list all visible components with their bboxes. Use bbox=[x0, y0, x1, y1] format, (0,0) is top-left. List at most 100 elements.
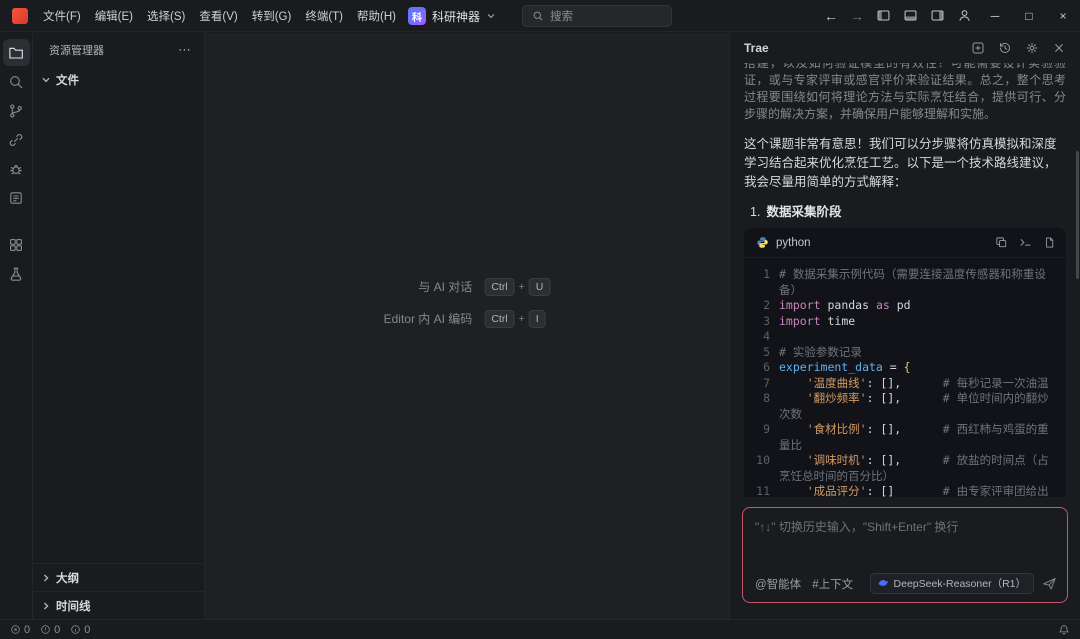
list-item: 1. 数据采集阶段 bbox=[750, 201, 1066, 220]
panel-title: Trae bbox=[744, 41, 769, 55]
notebook-tab[interactable] bbox=[3, 184, 30, 211]
new-chat-icon[interactable] bbox=[971, 41, 985, 55]
code-line: 8 '翻炒频率': [], # 单位时间内的翻炒次数 bbox=[752, 391, 1056, 422]
debug-tab[interactable] bbox=[3, 155, 30, 182]
ai-chat-panel: Trae 搭建，以及如何验证模型的有效性？可能需要设计实验验证，或与专家评审或感… bbox=[729, 33, 1080, 619]
scrollbar-thumb[interactable] bbox=[1076, 151, 1079, 279]
key-cap: I bbox=[529, 310, 546, 328]
send-icon[interactable] bbox=[1042, 576, 1057, 591]
code-line: 9 '食材比例': [], # 西红柿与鸡蛋的重量比 bbox=[752, 422, 1056, 453]
line-number: 10 bbox=[752, 453, 770, 484]
outline-section-label: 大纲 bbox=[56, 570, 79, 586]
explorer-tab[interactable] bbox=[3, 39, 30, 66]
python-icon bbox=[756, 236, 769, 249]
composer-footer: @智能体 #上下文 DeepSeek-Reasoner（R1） bbox=[755, 573, 1057, 594]
context-mention[interactable]: #上下文 bbox=[812, 576, 853, 592]
plus-separator: + bbox=[519, 281, 525, 293]
workspace-icon: 科 bbox=[408, 7, 426, 25]
code-line: 4 bbox=[752, 329, 1056, 345]
agent-mention[interactable]: @智能体 bbox=[755, 576, 801, 592]
line-number: 9 bbox=[752, 422, 770, 453]
close-button[interactable]: × bbox=[1046, 0, 1080, 32]
chat-input-box[interactable]: "↑↓" 切换历史输入，"Shift+Enter" 换行 @智能体 #上下文 D… bbox=[742, 507, 1068, 603]
code-block: python 1 # 数据采集示例代码（需要连接温度传感器和称重设备）2impor… bbox=[744, 228, 1066, 497]
problem-count: 0 bbox=[54, 624, 60, 636]
new-file-icon[interactable] bbox=[1043, 236, 1056, 249]
toggle-left-sidebar-icon[interactable] bbox=[870, 0, 897, 31]
close-panel-icon[interactable] bbox=[1052, 41, 1066, 55]
assistant-thinking-text: 搭建，以及如何验证模型的有效性？可能需要设计实验验证，或与专家评审或感官评价来验… bbox=[744, 63, 1066, 123]
line-number: 7 bbox=[752, 376, 770, 392]
code-line: 2import pandas as pd bbox=[752, 298, 1056, 314]
minimize-button[interactable]: ─ bbox=[978, 0, 1012, 32]
copy-icon[interactable] bbox=[995, 236, 1008, 249]
hint-label: 与 AI 对话 bbox=[384, 278, 473, 295]
notes-icon bbox=[8, 190, 24, 206]
chat-scroll-area[interactable]: 搭建，以及如何验证模型的有效性？可能需要设计实验验证，或与专家评审或感官评价来验… bbox=[730, 63, 1080, 497]
source-control-tab[interactable] bbox=[3, 97, 30, 124]
toggle-right-sidebar-icon[interactable] bbox=[924, 0, 951, 31]
panel-actions bbox=[971, 41, 1066, 55]
code-line: 11 '成品评分': [] # 由专家评审团给出的1-10分 bbox=[752, 484, 1056, 497]
code-line: 3import time bbox=[752, 314, 1056, 330]
sidebar-title: 资源管理器 bbox=[49, 42, 104, 58]
extensions-tab[interactable] bbox=[3, 231, 30, 258]
line-content: import time bbox=[779, 314, 1056, 330]
more-actions-icon[interactable]: ⋯ bbox=[178, 42, 192, 58]
hint-label: Editor 内 AI 编码 bbox=[384, 310, 473, 327]
activity-bar bbox=[0, 33, 33, 619]
status-bar: 000 bbox=[0, 619, 1080, 639]
problems-summary[interactable]: 000 bbox=[10, 624, 90, 636]
line-content: '成品评分': [] # 由专家评审团给出的1-10分 bbox=[779, 484, 1056, 497]
toggle-panel-icon[interactable] bbox=[897, 0, 924, 31]
maximize-button[interactable]: □ bbox=[1012, 0, 1046, 32]
model-selector[interactable]: DeepSeek-Reasoner（R1） bbox=[870, 573, 1034, 594]
code-block-header: python bbox=[744, 228, 1066, 258]
info-counter[interactable]: 0 bbox=[70, 624, 90, 636]
workspace-name: 科研神器 bbox=[432, 8, 480, 25]
chat-input-placeholder: "↑↓" 切换历史输入，"Shift+Enter" 换行 bbox=[755, 518, 1057, 573]
editor-area[interactable]: 与 AI 对话Ctrl+UEditor 内 AI 编码Ctrl+I bbox=[205, 33, 729, 619]
global-search-box[interactable]: 搜索 bbox=[522, 5, 672, 27]
timeline-section-header[interactable]: 时间线 bbox=[33, 591, 204, 619]
keyboard-hints: 与 AI 对话Ctrl+UEditor 内 AI 编码Ctrl+I bbox=[384, 278, 551, 328]
line-content: '调味时机': [], # 放盐的时间点（占烹饪总时间的百分比） bbox=[779, 453, 1056, 484]
files-section-header[interactable]: 文件 bbox=[33, 67, 204, 92]
settings-gear-icon[interactable] bbox=[1025, 41, 1039, 55]
folder-icon bbox=[8, 45, 24, 61]
grid-icon bbox=[8, 237, 24, 253]
bell-icon[interactable] bbox=[1058, 624, 1070, 636]
line-content: '食材比例': [], # 西红柿与鸡蛋的重量比 bbox=[779, 422, 1056, 453]
line-number: 11 bbox=[752, 484, 770, 497]
problem-count: 0 bbox=[24, 624, 30, 636]
line-content: # 数据采集示例代码（需要连接温度传感器和称重设备） bbox=[779, 267, 1056, 298]
line-number: 5 bbox=[752, 345, 770, 361]
titlebar: 文件(F)编辑(E)选择(S)查看(V)转到(G)终端(T)帮助(H) 科 科研… bbox=[0, 0, 1080, 32]
search-tab[interactable] bbox=[3, 68, 30, 95]
line-content: '温度曲线': [], # 每秒记录一次油温 bbox=[779, 376, 1056, 392]
experiments-tab[interactable] bbox=[3, 260, 30, 287]
explorer-sidebar: 资源管理器 ⋯ 文件 大纲 时间线 bbox=[33, 33, 205, 619]
error-icon bbox=[10, 624, 21, 635]
search-icon bbox=[532, 10, 544, 22]
line-number: 1 bbox=[752, 267, 770, 298]
forward-button[interactable]: → bbox=[844, 0, 870, 31]
warning-counter[interactable]: 0 bbox=[40, 624, 60, 636]
line-content: # 实验参数记录 bbox=[779, 345, 1056, 361]
history-icon[interactable] bbox=[998, 41, 1012, 55]
line-number: 8 bbox=[752, 391, 770, 422]
insert-terminal-icon[interactable] bbox=[1019, 236, 1032, 249]
back-button[interactable]: ← bbox=[818, 0, 844, 31]
chevron-right-icon bbox=[41, 601, 51, 611]
list-title: 数据采集阶段 bbox=[766, 201, 841, 220]
link-icon bbox=[8, 132, 24, 148]
composer-right: DeepSeek-Reasoner（R1） bbox=[870, 573, 1057, 594]
outline-section-header[interactable]: 大纲 bbox=[33, 563, 204, 591]
code-body[interactable]: 1 # 数据采集示例代码（需要连接温度传感器和称重设备）2import panda… bbox=[744, 258, 1066, 497]
workspace-switcher[interactable]: 科 科研神器 bbox=[408, 7, 496, 25]
references-tab[interactable] bbox=[3, 126, 30, 153]
code-actions bbox=[995, 236, 1056, 249]
hint-keys: Ctrl+I bbox=[484, 310, 550, 328]
error-counter[interactable]: 0 bbox=[10, 624, 30, 636]
account-icon[interactable] bbox=[951, 0, 978, 31]
